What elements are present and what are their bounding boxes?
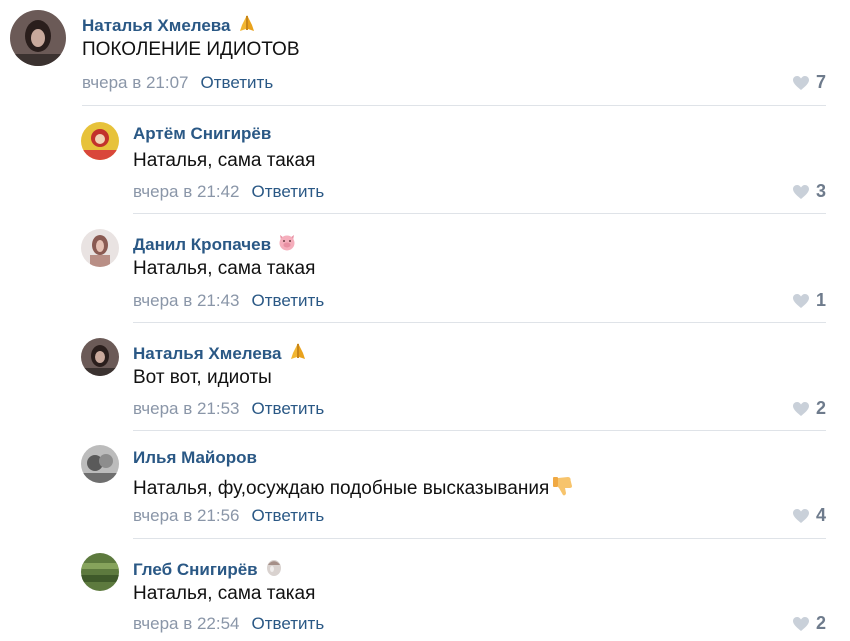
comment-time[interactable]: вчера в 21:43 — [133, 291, 240, 310]
comment-text: Наталья, сама такая — [133, 258, 316, 279]
like-count: 1 — [815, 290, 826, 310]
comment-author[interactable]: Илья Майоров — [133, 448, 257, 468]
folded-hands-icon — [236, 13, 258, 33]
comment-meta: вчера в 21:07 Ответить — [82, 73, 273, 93]
divider — [133, 213, 826, 214]
comment-text: ПОКОЛЕНИЕ ИДИОТОВ — [82, 39, 300, 60]
like-button[interactable]: 2 — [792, 398, 826, 419]
reply-link[interactable]: Ответить — [252, 291, 325, 310]
like-count: 2 — [815, 613, 826, 633]
pig-face-icon — [277, 232, 297, 252]
like-button[interactable]: 4 — [792, 505, 826, 526]
comment-text: Вот вот, идиоты — [133, 367, 272, 388]
comments-thread: Наталья Хмелева ПОКОЛЕНИЕ ИДИОТОВ вчера … — [0, 0, 850, 641]
comment-author[interactable]: Наталья Хмелева — [82, 13, 258, 36]
heart-icon — [792, 75, 810, 91]
comment-text: Наталья, сама такая — [133, 583, 316, 604]
author-name[interactable]: Илья Майоров — [133, 448, 257, 467]
heart-icon — [792, 401, 810, 417]
like-button[interactable]: 1 — [792, 290, 826, 311]
heart-icon — [792, 616, 810, 632]
divider — [82, 105, 826, 106]
divider — [133, 430, 826, 431]
avatar[interactable] — [10, 10, 66, 66]
avatar[interactable] — [81, 445, 119, 483]
thumbs-down-icon — [551, 475, 575, 497]
comment-author[interactable]: Глеб Снигирёв — [133, 557, 284, 580]
like-count: 7 — [815, 72, 826, 92]
folded-hands-icon — [287, 341, 309, 361]
author-name[interactable]: Данил Кропачев — [133, 235, 271, 254]
comment-time[interactable]: вчера в 21:07 — [82, 73, 189, 92]
author-name[interactable]: Наталья Хмелева — [82, 16, 230, 35]
comment-time[interactable]: вчера в 21:56 — [133, 506, 240, 525]
author-name[interactable]: Глеб Снигирёв — [133, 560, 258, 579]
heart-icon — [792, 184, 810, 200]
comment-time[interactable]: вчера в 22:54 — [133, 614, 240, 633]
comment-author[interactable]: Данил Кропачев — [133, 232, 297, 255]
comment-text-content: Наталья, фу,осуждаю подобные высказывани… — [133, 478, 550, 499]
like-count: 4 — [815, 505, 826, 525]
heart-icon — [792, 293, 810, 309]
like-count: 2 — [815, 398, 826, 418]
comment-meta: вчера в 21:56 Ответить — [133, 506, 324, 526]
comment-time[interactable]: вчера в 21:42 — [133, 182, 240, 201]
author-name[interactable]: Артём Снигирёв — [133, 124, 271, 143]
comment-text: Наталья, сама такая — [133, 150, 316, 171]
avatar[interactable] — [81, 338, 119, 376]
author-name[interactable]: Наталья Хмелева — [133, 344, 281, 363]
like-button[interactable]: 2 — [792, 613, 826, 634]
avatar[interactable] — [81, 553, 119, 591]
comment-meta: вчера в 21:53 Ответить — [133, 399, 324, 419]
reply-link[interactable]: Ответить — [252, 399, 325, 418]
heart-icon — [792, 508, 810, 524]
divider — [133, 322, 826, 323]
reply-link[interactable]: Ответить — [252, 506, 325, 525]
comment-text: Наталья, фу,осуждаю подобные высказывани… — [133, 475, 575, 500]
comment-meta: вчера в 21:43 Ответить — [133, 291, 324, 311]
reply-link[interactable]: Ответить — [252, 614, 325, 633]
comment-author[interactable]: Наталья Хмелева — [133, 341, 309, 364]
divider — [133, 538, 826, 539]
like-button[interactable]: 7 — [792, 72, 826, 93]
reply-link[interactable]: Ответить — [252, 182, 325, 201]
reply-link[interactable]: Ответить — [201, 73, 274, 92]
comment-author[interactable]: Артём Снигирёв — [133, 124, 271, 144]
comment-time[interactable]: вчера в 21:53 — [133, 399, 240, 418]
comment-meta: вчера в 21:42 Ответить — [133, 182, 324, 202]
comment-meta: вчера в 22:54 Ответить — [133, 614, 324, 634]
like-count: 3 — [815, 181, 826, 201]
avatar[interactable] — [81, 122, 119, 160]
avatar[interactable] — [81, 229, 119, 267]
like-button[interactable]: 3 — [792, 181, 826, 202]
nut-icon — [264, 557, 284, 577]
